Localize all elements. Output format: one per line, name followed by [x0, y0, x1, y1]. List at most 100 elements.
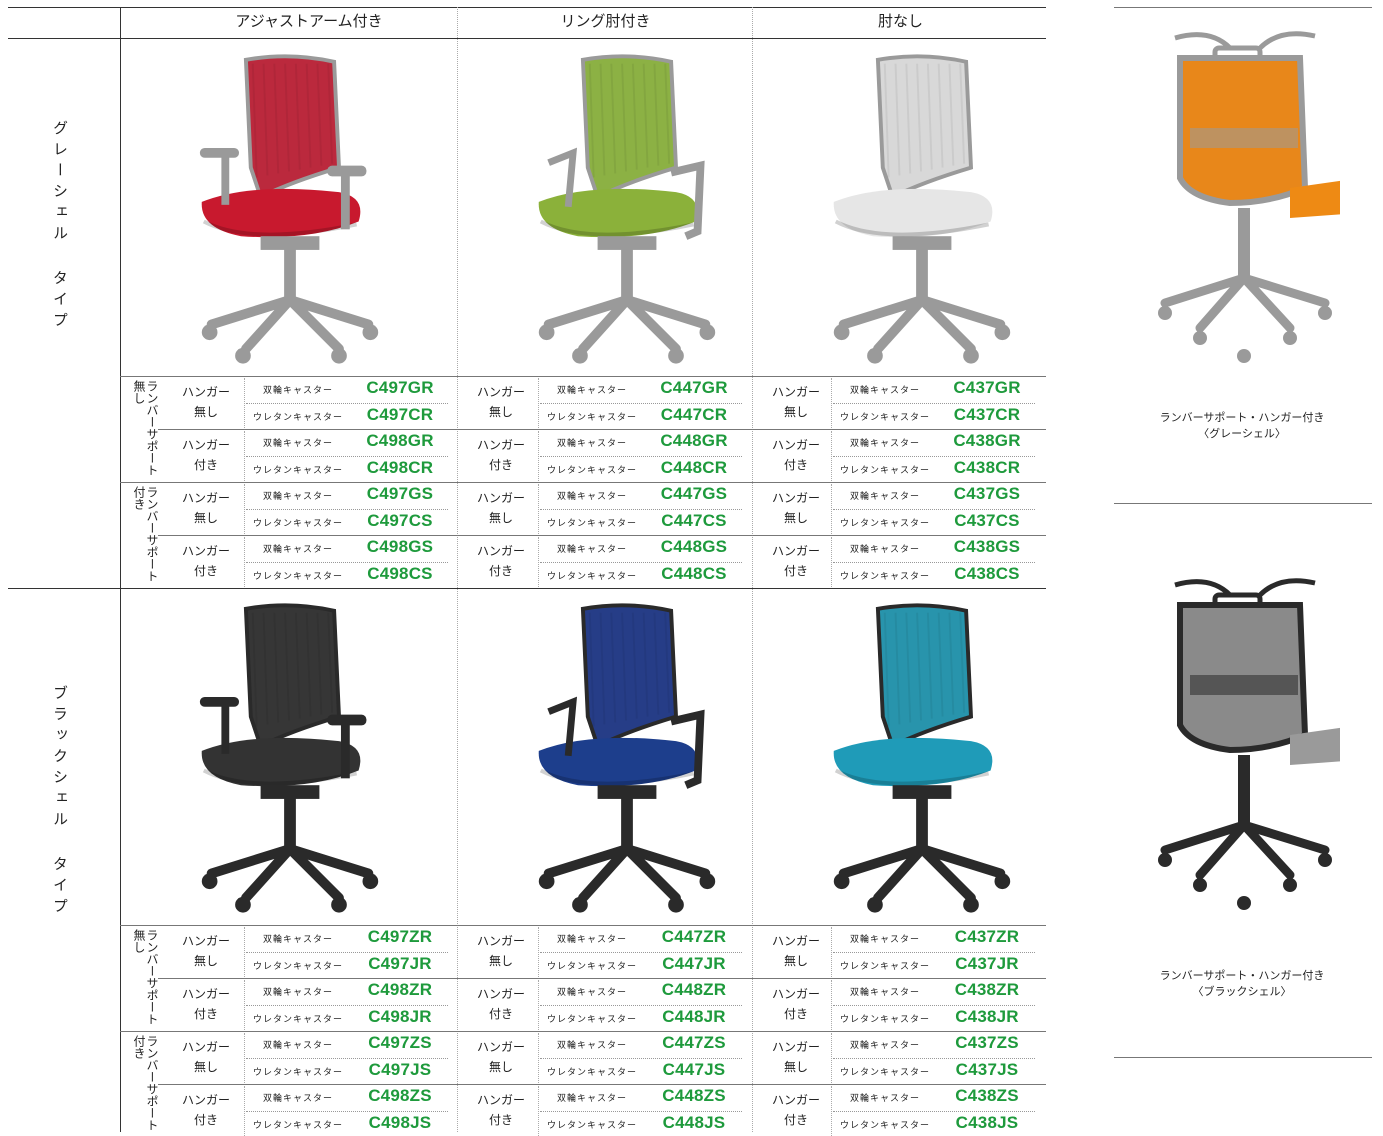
- column-header-ring-arm: リング肘付き: [560, 12, 651, 30]
- caster-label-twin: 双輪キャスター: [556, 492, 627, 502]
- caster-label-urethane: ウレタンキャスター: [252, 1067, 343, 1078]
- cell-divider: [244, 927, 245, 977]
- hanger-label-line1: ハンガー: [181, 438, 230, 452]
- model-code: C497GS: [366, 484, 434, 503]
- table-section-rule: [120, 376, 1046, 377]
- hanger-label-line2: 無し: [193, 511, 218, 525]
- hanger-label-gray: ハンガー 無し: [766, 488, 826, 528]
- column-header-adjust-arm: アジャストアーム付き: [235, 12, 383, 30]
- code-row-rule: [833, 1057, 1035, 1059]
- hanger-label-line2: 付き: [783, 458, 808, 472]
- side-panel-rule: [1114, 7, 1372, 8]
- hanger-label-line1: ハンガー: [181, 1040, 230, 1054]
- caster-label-twin: 双輪キャスター: [262, 492, 333, 502]
- hanger-label-line2: 無し: [783, 954, 808, 968]
- hanger-label-black: ハンガー 無し: [176, 1037, 236, 1077]
- code-row-rule: [833, 951, 1035, 953]
- cell-divider: [538, 431, 539, 481]
- hanger-row-rule: [158, 978, 1046, 979]
- chair-image-black-none: [833, 603, 1011, 913]
- hanger-label-black: ハンガー 付き: [766, 1090, 826, 1130]
- cell-divider: [538, 378, 539, 428]
- caster-label-urethane: ウレタンキャスター: [546, 1120, 637, 1131]
- hanger-label-line2: 付き: [488, 1007, 513, 1021]
- side-caption-black: ランバーサポート・ハンガー付き 〈ブラックシェル〉: [1112, 968, 1372, 1000]
- model-code: C498GS: [366, 537, 434, 556]
- caster-label-urethane: ウレタンキャスター: [546, 961, 637, 972]
- hanger-label-line2: 無し: [193, 1060, 218, 1074]
- hanger-label-line2: 付き: [193, 458, 218, 472]
- hanger-label-line2: 付き: [488, 564, 513, 578]
- hanger-label-line2: 無し: [193, 405, 218, 419]
- hanger-label-line1: ハンガー: [181, 934, 230, 948]
- caster-label-urethane: ウレタンキャスター: [252, 1120, 343, 1131]
- cell-divider: [244, 431, 245, 481]
- hanger-label-line1: ハンガー: [771, 1040, 820, 1054]
- hanger-label-gray: ハンガー 付き: [766, 541, 826, 581]
- hanger-label-gray: ハンガー 無し: [471, 488, 531, 528]
- side-caption-gray-line1: ランバーサポート・ハンガー付き: [1159, 411, 1325, 424]
- hanger-label-black: ハンガー 無し: [471, 931, 531, 971]
- hanger-label-black: ハンガー 無し: [766, 931, 826, 971]
- hanger-label-line2: 無し: [783, 1060, 808, 1074]
- hanger-label-line1: ハンガー: [476, 385, 525, 399]
- cell-divider: [538, 980, 539, 1030]
- hanger-label-gray: ハンガー 付き: [766, 435, 826, 475]
- model-code: C437GR: [953, 378, 1021, 397]
- label-column-divider: [120, 7, 121, 1132]
- caster-label-urethane: ウレタンキャスター: [546, 465, 637, 476]
- caster-label-twin: 双輪キャスター: [556, 545, 627, 555]
- hanger-label-line1: ハンガー: [181, 1093, 230, 1107]
- caster-label-twin: 双輪キャスター: [262, 545, 333, 555]
- side-panel-rule: [1114, 503, 1372, 504]
- code-row-rule: [833, 561, 1035, 563]
- model-code: C498JR: [368, 1006, 432, 1026]
- model-code: C448JS: [662, 1112, 726, 1132]
- caster-label-twin: 双輪キャスター: [849, 988, 920, 998]
- code-row-rule: [540, 508, 742, 510]
- caster-label-twin: 双輪キャスター: [849, 386, 920, 396]
- caster-label-urethane: ウレタンキャスター: [252, 412, 343, 423]
- model-code: C448CR: [660, 457, 728, 477]
- model-code: C497GR: [366, 378, 434, 397]
- model-code: C448CS: [661, 563, 727, 583]
- hanger-label-line2: 付き: [783, 564, 808, 578]
- code-row-rule: [246, 455, 448, 457]
- caster-label-urethane: ウレタンキャスター: [839, 518, 930, 529]
- cell-divider: [244, 484, 245, 534]
- hanger-label-line2: 付き: [783, 1113, 808, 1127]
- model-code: C447JR: [662, 953, 726, 973]
- cell-divider: [831, 927, 832, 977]
- hanger-label-black: ハンガー 無し: [766, 1037, 826, 1077]
- caster-label-twin: 双輪キャスター: [556, 439, 627, 449]
- code-row-rule: [246, 1057, 448, 1059]
- model-code: C447GR: [660, 378, 728, 397]
- hanger-label-line2: 付き: [193, 1113, 218, 1127]
- caster-label-urethane: ウレタンキャスター: [839, 961, 930, 972]
- code-row-rule: [833, 1004, 1035, 1006]
- cell-divider: [244, 537, 245, 587]
- model-code: C448ZS: [662, 1086, 726, 1105]
- cell-divider: [538, 537, 539, 587]
- hanger-label-line1: ハンガー: [771, 544, 820, 558]
- table-section-rule: [120, 925, 1046, 926]
- model-code: C438CS: [954, 563, 1020, 583]
- model-code: C497JR: [368, 953, 432, 973]
- hanger-label-line2: 無し: [488, 511, 513, 525]
- cell-divider: [831, 1033, 832, 1083]
- model-code: C437CS: [954, 510, 1020, 530]
- hanger-label-gray: ハンガー 無し: [766, 382, 826, 422]
- hanger-label-line2: 付き: [193, 1007, 218, 1021]
- model-code: C447CS: [661, 510, 727, 530]
- hanger-label-line1: ハンガー: [771, 1093, 820, 1107]
- caster-label-urethane: ウレタンキャスター: [252, 571, 343, 582]
- caster-label-twin: 双輪キャスター: [849, 545, 920, 555]
- side-caption-gray: ランバーサポート・ハンガー付き 〈グレーシェル〉: [1112, 410, 1372, 442]
- chair-image-black-ring: [538, 603, 716, 913]
- caster-label-urethane: ウレタンキャスター: [839, 465, 930, 476]
- code-row-rule: [246, 508, 448, 510]
- caster-label-twin: 双輪キャスター: [262, 988, 333, 998]
- caster-label-twin: 双輪キャスター: [262, 1041, 333, 1051]
- model-code: C438CR: [953, 457, 1021, 477]
- caster-label-urethane: ウレタンキャスター: [839, 1120, 930, 1131]
